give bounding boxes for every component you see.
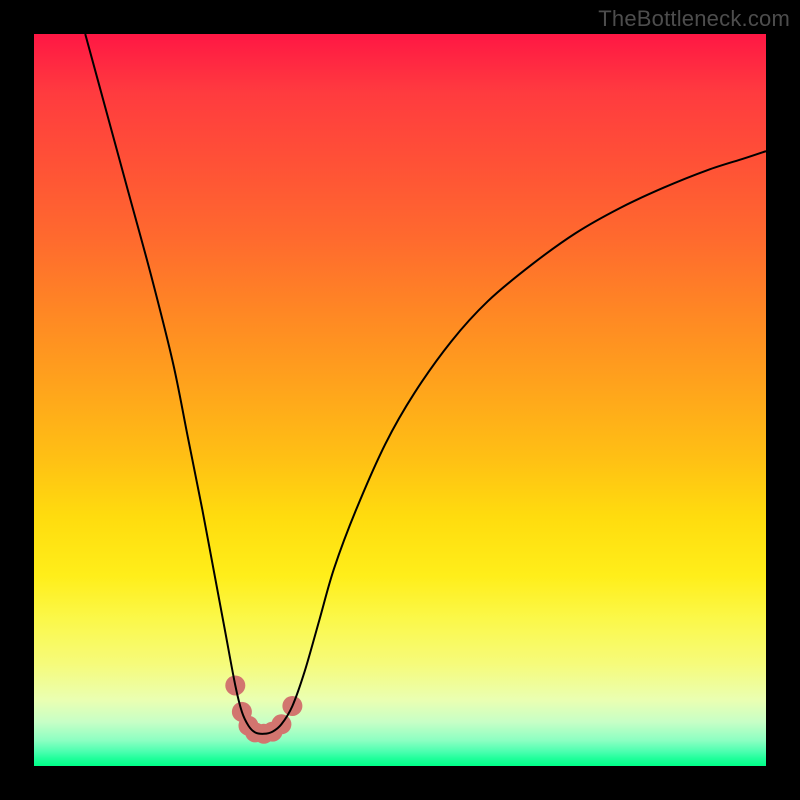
plot-area — [34, 34, 766, 766]
curve-svg — [34, 34, 766, 766]
bottleneck-curve — [85, 34, 766, 734]
chart-frame: TheBottleneck.com — [0, 0, 800, 800]
watermark-text: TheBottleneck.com — [598, 6, 790, 32]
